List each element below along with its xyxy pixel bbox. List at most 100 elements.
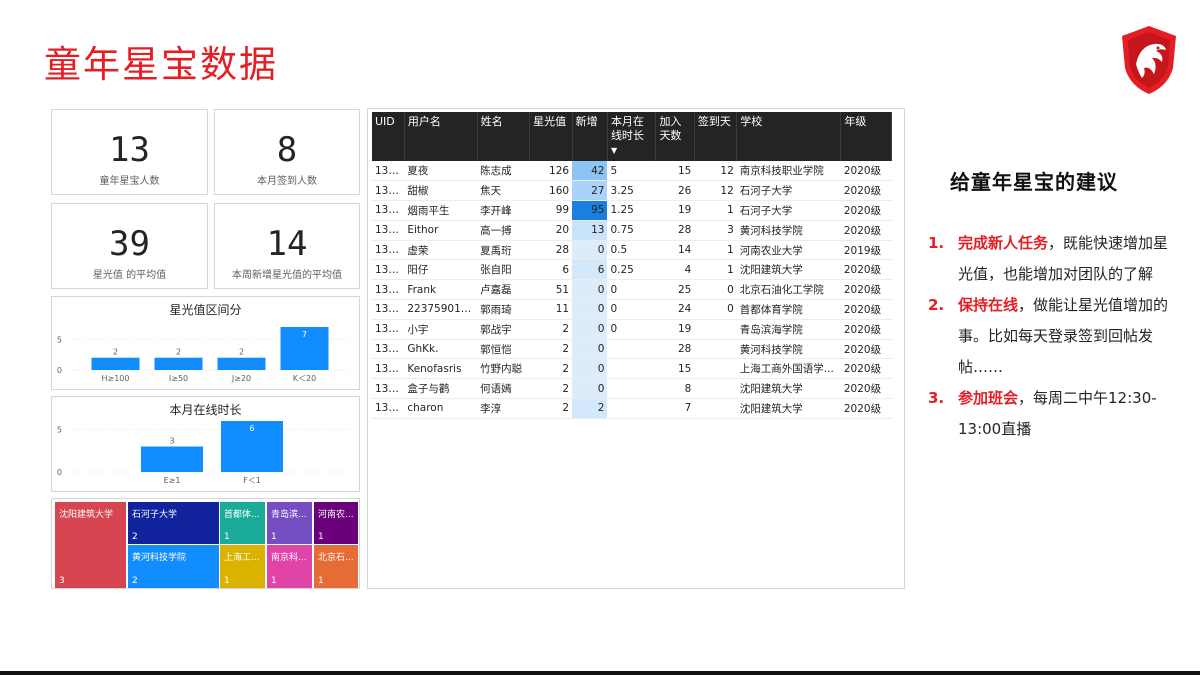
col-header-new[interactable]: 新增: [572, 112, 608, 161]
treemap-cell[interactable]: 青岛滨... 1: [267, 502, 312, 544]
cell-school: 北京石油化工学院: [736, 279, 841, 301]
advice-item: 3. 参加班会，每周二中午12:30-13:00直播: [928, 383, 1173, 445]
advice-highlight: 保持在线: [958, 296, 1019, 314]
cell-uid: 1376: [372, 398, 405, 419]
cell-name: 竹野内聪: [477, 358, 530, 380]
cell-new: 0: [572, 299, 608, 320]
treemap-cell[interactable]: 沈阳建筑大学 3: [55, 502, 126, 588]
table-row[interactable]: 1377 阳仔 张自阳 6 6 0.25 4 1 沈阳建筑大学 2020级: [372, 259, 892, 281]
cell-checkin-days: 3: [694, 220, 737, 241]
col-header-uid[interactable]: UID: [372, 112, 405, 161]
treemap-cell-name: 沈阳建筑大学: [59, 510, 114, 520]
y-tick-label: 5: [57, 426, 62, 435]
cell-school: 石河子大学: [736, 180, 841, 202]
col-header-stars[interactable]: 星光值: [529, 112, 573, 161]
cell-online-time: 3.25: [607, 180, 656, 202]
cell-new: 0: [572, 240, 608, 261]
kpi-label: 本月签到人数: [257, 176, 317, 187]
kpi-card-monthly-checkins[interactable]: 8 本月签到人数: [214, 109, 360, 195]
table-row[interactable]: 1371 小宇 郭战宇 2 0 0 19 青岛滨海学院 2020级: [372, 319, 892, 340]
cell-grade: 2020级: [840, 398, 892, 419]
cell-uid: 1366: [372, 339, 405, 360]
cell-online-time: 5: [607, 161, 656, 182]
treemap-cell[interactable]: 南京科... 1: [267, 545, 312, 588]
cell-name: 郭雨琦: [477, 299, 530, 320]
cell-join-days: 19: [655, 200, 695, 221]
cell-grade: 2020级: [840, 161, 892, 182]
cell-username: 盒子与鹳: [404, 378, 478, 400]
treemap-cell[interactable]: 石河子大学 2: [128, 502, 219, 544]
treemap-cell-value: 1: [271, 532, 277, 542]
data-label: 7: [302, 330, 307, 339]
table-row[interactable]: 1366 GhKk. 郭恒恺 2 0 28 黄河科技学院 2020级: [372, 339, 892, 360]
school-treemap[interactable]: 沈阳建筑大学 3 石河子大学 2 黄河科技学院 2 首都体... 1 青岛滨... 1 河南农...…: [51, 498, 360, 589]
table-row[interactable]: 1369 2237590194 郭雨琦 11 0 0 24 0 首都体育学院 2020级: [372, 299, 892, 320]
treemap-cell[interactable]: 首都体... 1: [220, 502, 265, 544]
member-table-card[interactable]: UID 用户名 姓名 星光值 新增 本月在线时长 ▼ 加入天数 签到天 学校 年级…: [367, 108, 905, 589]
treemap-cell[interactable]: 河南农... 1: [314, 502, 358, 544]
data-label: 3: [169, 437, 174, 446]
table-row[interactable]: 1372 夏夜 陈志成 126 42 5 15 12 南京科技职业学院 2020级: [372, 161, 892, 182]
cell-username: charon: [404, 398, 478, 419]
treemap-cell[interactable]: 上海工... 1: [220, 545, 265, 588]
col-header-grade[interactable]: 年级: [840, 112, 892, 161]
cell-stars: 2: [529, 358, 573, 380]
cell-checkin-days: [694, 339, 737, 360]
cell-stars: 2: [529, 319, 573, 340]
col-header-username[interactable]: 用户名: [404, 112, 478, 161]
treemap-cell-value: 1: [318, 576, 324, 586]
y-tick-label: 5: [57, 335, 62, 344]
col-header-checkin-days[interactable]: 签到天: [694, 112, 738, 161]
cell-uid: 1369: [372, 299, 405, 320]
col-header-name[interactable]: 姓名: [477, 112, 531, 161]
cell-school: 青岛滨海学院: [736, 319, 841, 340]
table-row[interactable]: 1368 Frank 卢嘉磊 51 0 0 25 0 北京石油化工学院 2020级: [372, 279, 892, 301]
kpi-value: 14: [266, 224, 308, 264]
cell-username: 甜椒: [404, 180, 478, 202]
col-header-online-time[interactable]: 本月在线时长 ▼: [607, 112, 657, 161]
table-row[interactable]: 1373 Kenofasris 竹野内聪 2 0 15 上海工商外国语学... 2020级: [372, 358, 892, 380]
sort-desc-icon[interactable]: ▼: [611, 144, 653, 158]
cell-uid: 1371: [372, 319, 405, 340]
table-row[interactable]: 1374 虚荣 夏禹珩 28 0 0.5 14 1 河南农业大学 2019级: [372, 240, 892, 261]
cell-name: 高一搏: [477, 220, 530, 241]
category-label: J≥20: [231, 374, 251, 383]
cell-stars: 2: [529, 378, 573, 400]
cell-new: 0: [572, 319, 608, 340]
cell-username: 小宇: [404, 319, 478, 340]
cell-join-days: 4: [655, 259, 695, 281]
treemap-cell-name: 北京石...: [318, 553, 354, 563]
cell-school: 沈阳建筑大学: [736, 378, 841, 400]
star-range-bar-chart[interactable]: 星光值区间分 0 5 2 H≥100 2 I≥50 2 J≥20 7 K＜20: [51, 296, 360, 390]
cell-stars: 2: [529, 339, 573, 360]
kpi-card-avg-weekly-new-stars[interactable]: 14 本周新增星光值的平均值: [214, 203, 360, 289]
data-label: 6: [249, 424, 254, 433]
category-label: F＜1: [243, 476, 261, 485]
col-header-school[interactable]: 学校: [736, 112, 842, 161]
cell-uid: 1372: [372, 161, 405, 182]
table-row[interactable]: 1375 盒子与鹳 何语嫣 2 0 8 沈阳建筑大学 2020级: [372, 378, 892, 400]
cell-join-days: 28: [655, 220, 695, 241]
table-row[interactable]: 1376 charon 李淳 2 2 7 沈阳建筑大学 2020级: [372, 398, 892, 419]
cell-new: 0: [572, 279, 608, 301]
table-row[interactable]: 1367 甜椒 焦天 160 27 3.25 26 12 石河子大学 2020级: [372, 180, 892, 202]
table-row[interactable]: 1370 烟雨平生 李开峰 99 95 1.25 19 1 石河子大学 2020级: [372, 200, 892, 221]
cell-new: 6: [572, 259, 608, 281]
treemap-cell[interactable]: 黄河科技学院 2: [128, 545, 219, 588]
kpi-value: 8: [276, 130, 298, 170]
cell-grade: 2020级: [840, 358, 892, 380]
online-duration-bar-chart[interactable]: 本月在线时长 0 5 3 E≥1 6 F＜1: [51, 396, 360, 492]
treemap-cell-name: 首都体...: [224, 510, 260, 520]
cell-stars: 20: [529, 220, 573, 241]
treemap-cell[interactable]: 北京石... 1: [314, 545, 358, 588]
kpi-card-total-members[interactable]: 13 童年星宝人数: [51, 109, 208, 195]
kpi-card-avg-stars[interactable]: 39 星光值 的平均值: [51, 203, 208, 289]
treemap-cell-name: 石河子大学: [132, 510, 178, 520]
cell-grade: 2020级: [840, 180, 892, 202]
col-header-join-days[interactable]: 加入天数: [655, 112, 695, 161]
cell-school: 石河子大学: [736, 200, 841, 221]
table-row[interactable]: 1365 Eithor 高一搏 20 13 0.75 28 3 黄河科技学院 2020级: [372, 220, 892, 241]
cell-username: 烟雨平生: [404, 200, 478, 221]
cell-new: 0: [572, 339, 608, 360]
cell-checkin-days: 0: [694, 279, 737, 301]
